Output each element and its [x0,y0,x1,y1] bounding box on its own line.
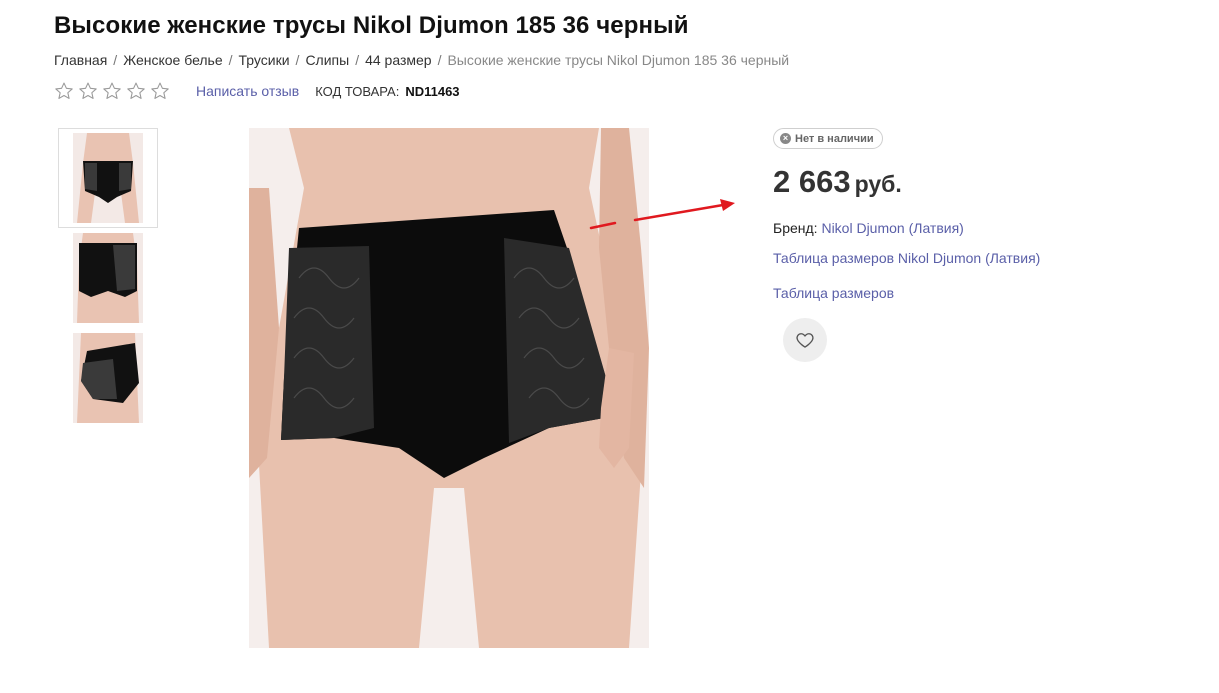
thumbnail-back[interactable] [58,228,158,328]
product-price: 2 663 руб. [773,164,902,200]
write-review-link[interactable]: Написать отзыв [196,83,299,99]
breadcrumb-separator: / [295,52,300,68]
brand-row: Бренд: Nikol Djumon (Латвия) [773,220,964,236]
brand-label: Бренд: [773,220,818,236]
star-icon[interactable] [78,81,98,101]
size-table-brand-link[interactable]: Таблица размеров Nikol Djumon (Латвия) [773,250,1040,266]
front-view-photo-icon [73,133,143,223]
back-view-photo-icon [73,233,143,323]
breadcrumb-separator: / [228,52,233,68]
heart-icon [796,333,814,348]
star-icon[interactable] [54,81,74,101]
breadcrumb-separator: / [113,52,118,68]
breadcrumb-womens-underwear[interactable]: Женское белье [123,52,222,68]
breadcrumb-panties[interactable]: Трусики [239,52,290,68]
annotation-arrow-icon [589,199,735,230]
sku-value: ND11463 [405,83,460,99]
thumbnail-gallery [58,128,158,428]
breadcrumb-slips[interactable]: Слипы [305,52,349,68]
breadcrumb-separator: / [355,52,360,68]
star-icon[interactable] [150,81,170,101]
side-view-photo-icon [73,333,143,423]
breadcrumb-size-44[interactable]: 44 размер [365,52,432,68]
sku-label: КОД ТОВАРА: [315,83,400,99]
rating-stars[interactable] [54,81,170,101]
breadcrumb: Главная / Женское белье / Трусики / Слипы / 44 р… [54,52,789,68]
add-to-favorites-button[interactable] [783,318,827,362]
size-table-link[interactable]: Таблица размеров [773,285,894,301]
brand-link[interactable]: Nikol Djumon (Латвия) [821,220,963,236]
stock-status-badge: × Нет в наличии [773,128,883,149]
price-currency: руб. [854,171,902,197]
out-of-stock-icon: × [780,133,791,144]
thumbnail-front[interactable] [58,128,158,228]
thumbnail-side[interactable] [58,328,158,428]
breadcrumb-home[interactable]: Главная [54,52,107,68]
price-value: 2 663 [773,164,851,199]
rating-row: Написать отзыв КОД ТОВАРА: ND11463 [54,79,460,103]
star-icon[interactable] [102,81,122,101]
star-icon[interactable] [126,81,146,101]
stock-status-text: Нет в наличии [795,132,874,145]
page-title: Высокие женские трусы Nikol Djumon 185 3… [54,12,689,39]
breadcrumb-separator: / [437,52,442,68]
breadcrumb-current: Высокие женские трусы Nikol Djumon 185 3… [447,52,790,68]
